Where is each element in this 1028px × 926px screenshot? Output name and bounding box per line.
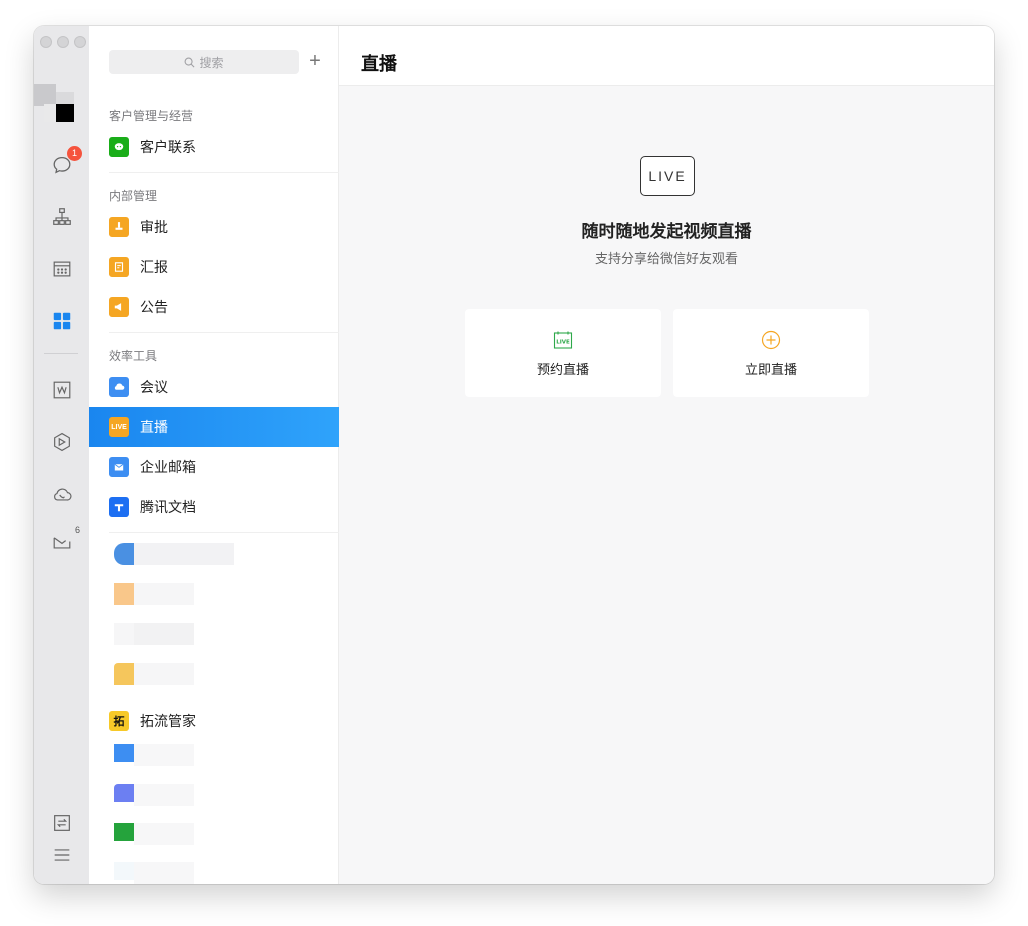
- section-title: 效率工具: [109, 349, 158, 363]
- wechat-icon: [109, 137, 129, 157]
- close-window-button[interactable]: [40, 36, 52, 48]
- start-live-label: 立即直播: [744, 361, 797, 377]
- workbench-nav: 搜索 + 客户管理与经营 客户联系 内部管理 审批 汇报 公告 效率工具 会议 …: [89, 26, 339, 884]
- nav-item-meeting[interactable]: 会议: [89, 367, 339, 407]
- nav-divider: [109, 532, 339, 533]
- main-header: 直播: [339, 26, 994, 86]
- nav-item-label: 客户联系: [140, 139, 196, 155]
- svg-text:LIVE: LIVE: [556, 339, 570, 345]
- messages-badge: 1: [67, 146, 82, 161]
- live-icon: LIVE: [109, 417, 129, 437]
- section-title: 内部管理: [109, 189, 158, 203]
- docs-button[interactable]: [49, 377, 75, 403]
- window-controls: [40, 36, 86, 48]
- nav-item-tuoliu[interactable]: 拓 拓流管家: [89, 701, 339, 741]
- search-input[interactable]: 搜索: [109, 50, 299, 74]
- tencent-docs-icon: [109, 497, 129, 517]
- add-button[interactable]: +: [305, 50, 325, 74]
- messages-button[interactable]: 1: [49, 146, 82, 178]
- more-menu-button[interactable]: [49, 842, 75, 868]
- nav-item-label: 腾讯文档: [140, 499, 196, 515]
- nav-item-live[interactable]: LIVE 直播: [89, 407, 339, 447]
- nav-divider: [109, 332, 339, 333]
- obscured-row: [114, 862, 194, 884]
- grid-apps-icon: [53, 312, 71, 330]
- live-calendar-icon: LIVE: [553, 331, 573, 349]
- schedule-live-label: 预约直播: [536, 361, 589, 377]
- nav-item-label: 拓流管家: [140, 713, 196, 729]
- switch-button[interactable]: [49, 810, 75, 836]
- nav-item-label: 公告: [140, 299, 168, 315]
- nav-item-approval[interactable]: 审批: [89, 207, 339, 247]
- obscured-row: [114, 784, 194, 806]
- live-main-panel: 直播 LIVE 随时随地发起视频直播 支持分享给微信好友观看 LIVE 预约直播…: [339, 26, 994, 884]
- zoom-window-button[interactable]: [74, 36, 86, 48]
- live-badge-icon: LIVE: [640, 156, 695, 196]
- rail-divider: [44, 353, 78, 354]
- word-doc-icon: [53, 381, 71, 399]
- approval-icon: [109, 217, 129, 237]
- obscured-row: [114, 543, 234, 565]
- mail-button[interactable]: 6: [49, 525, 80, 555]
- announcement-icon: [109, 297, 129, 317]
- hero-title: 随时随地发起视频直播: [581, 222, 752, 241]
- meeting-icon: [109, 377, 129, 397]
- nav-item-report[interactable]: 汇报: [89, 247, 339, 287]
- avatar[interactable]: [34, 84, 76, 124]
- workbench-button[interactable]: [49, 308, 75, 334]
- nav-item-tencent-docs[interactable]: 腾讯文档: [89, 487, 339, 527]
- section-title: 客户管理与经营: [109, 109, 194, 123]
- nav-item-label: 汇报: [140, 259, 168, 275]
- cloud-meeting-button[interactable]: [49, 481, 75, 507]
- search-icon: [185, 57, 195, 67]
- calendar-icon: [53, 261, 71, 277]
- minimize-window-button[interactable]: [57, 36, 69, 48]
- nav-item-label: 会议: [140, 379, 168, 395]
- nav-item-label: 直播: [140, 419, 168, 435]
- hamburger-icon: [54, 849, 70, 861]
- contacts-button[interactable]: [49, 204, 75, 230]
- nav-divider: [109, 172, 339, 173]
- nav-item-label: 审批: [140, 219, 168, 235]
- nav-item-announcement[interactable]: 公告: [89, 287, 339, 327]
- drive-button[interactable]: [49, 429, 75, 455]
- app-window: 1 6 搜索 + 客户管理与经营 客户联系 内部管理 审批 汇报 公告 效率工具…: [34, 26, 994, 884]
- cloud-phone-icon: [54, 488, 72, 501]
- nav-item-mail[interactable]: 企业邮箱: [89, 447, 339, 487]
- switch-icon: [54, 815, 70, 831]
- obscured-row: [114, 623, 194, 645]
- hexagon-icon: [54, 432, 70, 452]
- org-chart-icon: [53, 208, 71, 225]
- obscured-row: [114, 583, 194, 605]
- envelope-icon: [53, 537, 71, 549]
- obscured-row: [114, 663, 194, 685]
- start-live-button[interactable]: 立即直播: [673, 309, 869, 397]
- page-title: 直播: [361, 54, 397, 74]
- mail-count: 6: [74, 525, 80, 535]
- icon-rail: 1 6: [34, 26, 89, 884]
- report-icon: [109, 257, 129, 277]
- hero-subtitle: 支持分享给微信好友观看: [594, 251, 738, 266]
- tuoliu-icon: 拓: [109, 711, 129, 731]
- nav-item-customer-contact[interactable]: 客户联系: [89, 127, 339, 167]
- obscured-row: [114, 823, 194, 845]
- plus-circle-icon: [761, 330, 781, 349]
- search-placeholder: 搜索: [199, 55, 224, 70]
- calendar-button[interactable]: [49, 256, 75, 282]
- schedule-live-button[interactable]: LIVE 预约直播: [465, 309, 661, 397]
- nav-item-label: 企业邮箱: [140, 459, 196, 475]
- mail-icon: [109, 457, 129, 477]
- obscured-row: [114, 744, 194, 766]
